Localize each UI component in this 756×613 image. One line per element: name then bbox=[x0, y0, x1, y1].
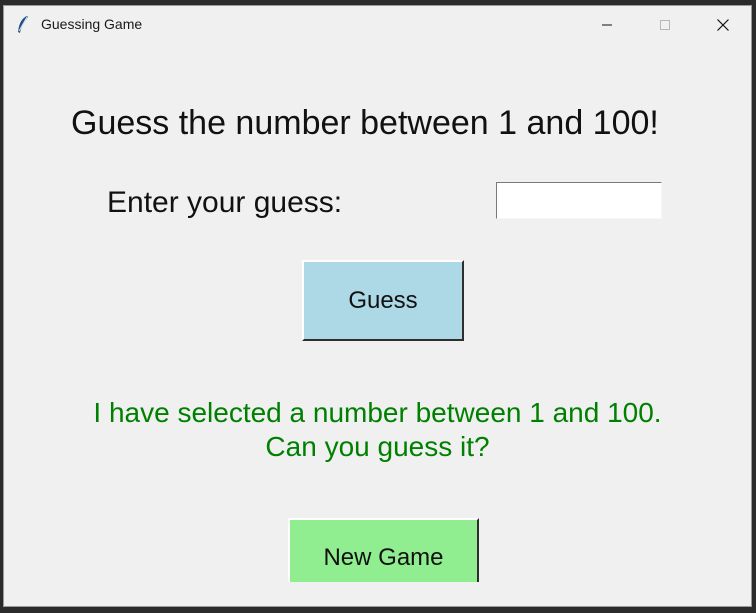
minimize-button[interactable] bbox=[578, 6, 636, 44]
game-window: Guessing Game Guess the number between 1… bbox=[3, 5, 752, 607]
guess-button[interactable]: Guess bbox=[302, 260, 464, 341]
game-status-message: I have selected a number between 1 and 1… bbox=[4, 396, 751, 464]
feather-icon bbox=[16, 15, 30, 35]
close-icon bbox=[717, 19, 729, 31]
status-line: Can you guess it? bbox=[265, 431, 490, 462]
guess-prompt-label: Enter your guess: bbox=[107, 186, 343, 219]
guess-input[interactable] bbox=[496, 182, 662, 219]
status-line: I have selected a number between 1 and 1… bbox=[93, 397, 662, 428]
game-headline: Guess the number between 1 and 100! bbox=[71, 104, 659, 142]
window-titlebar[interactable]: Guessing Game bbox=[4, 6, 751, 44]
new-game-button[interactable]: New Game bbox=[288, 518, 479, 582]
game-content: Guess the number between 1 and 100! Ente… bbox=[4, 44, 751, 606]
maximize-icon bbox=[660, 20, 670, 30]
window-title: Guessing Game bbox=[41, 16, 143, 32]
maximize-button[interactable] bbox=[636, 6, 694, 44]
minimize-icon bbox=[602, 24, 612, 26]
close-button[interactable] bbox=[694, 6, 751, 44]
